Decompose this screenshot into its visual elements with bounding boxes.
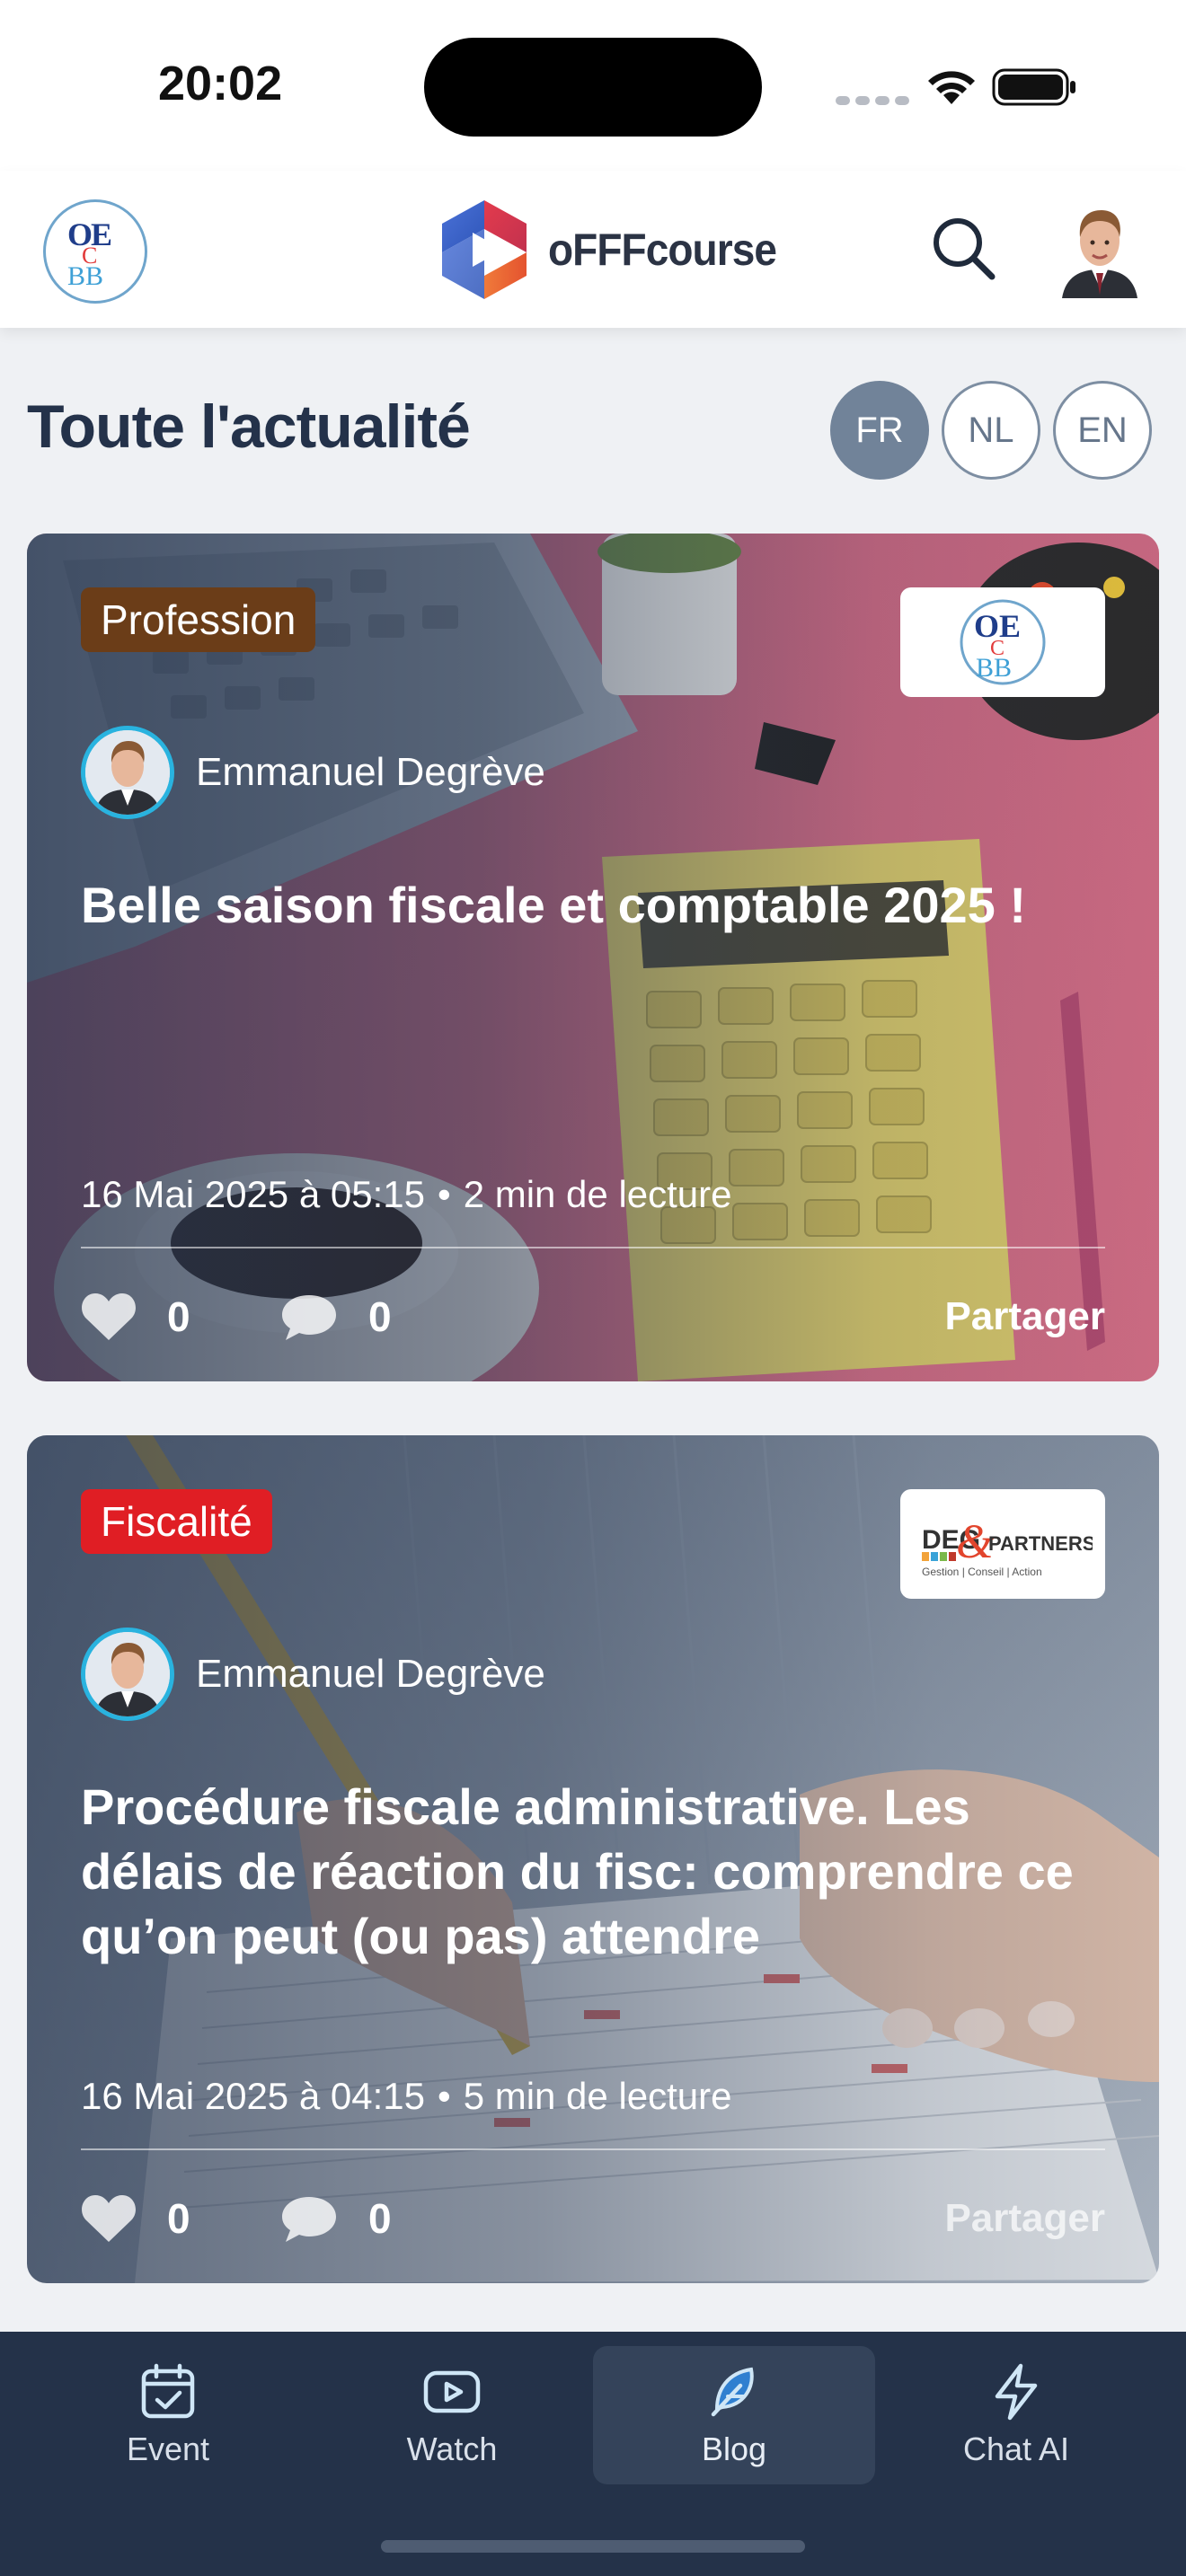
post-read-time: 2 min de lecture [463,1173,732,1215]
like-button[interactable]: 0 [81,1281,190,1353]
app-header: O E C BB oFFFcourse [0,171,1186,328]
category-badge[interactable]: Profession [81,587,316,652]
partner-logo: DEG & PARTNERS Gestion | Conseil | Actio… [900,1489,1105,1599]
nav-label: Chat AI [962,2430,1070,2467]
comment-bubble-icon [282,1295,336,1340]
like-button[interactable]: 0 [81,2183,190,2254]
like-count: 0 [167,2195,190,2242]
cellular-signal-icon [836,93,915,110]
comment-button[interactable]: 0 [280,1281,392,1353]
deg-tagline-text: Gestion | Conseil | Action [922,1566,1042,1578]
author-name: Emmanuel Degrève [196,1652,545,1696]
post-card[interactable]: Profession O E C BB Emmanuel Degrève Bel… [27,534,1159,1381]
post-read-time: 5 min de lecture [463,2075,732,2117]
nav-item-event[interactable]: Event [27,2346,309,2484]
like-count: 0 [167,1293,190,1340]
post-author[interactable]: Emmanuel Degrève [81,726,545,819]
post-actions: 0 0 Partager [81,2183,1105,2254]
comment-count: 0 [368,1293,392,1340]
post-actions: 0 0 Partager [81,1281,1105,1353]
comment-button[interactable]: 0 [280,2183,392,2254]
user-avatar-icon[interactable] [1058,201,1141,298]
post-date: 16 Mai 2025 à 05:15 [81,1173,425,1215]
lang-button-fr[interactable]: FR [830,381,929,480]
feather-pen-icon [711,2367,754,2417]
post-title[interactable]: Procédure fiscale administrative. Les dé… [81,1775,1105,1969]
post-author[interactable]: Emmanuel Degrève [81,1628,545,1721]
calendar-check-icon [141,2363,195,2419]
nav-label: Event [126,2430,210,2467]
brand-name: oFFFcourse [548,225,777,275]
nav-item-blog[interactable]: Blog [593,2346,875,2484]
author-avatar [81,726,174,819]
share-button[interactable]: Partager [944,2183,1105,2254]
wifi-icon [928,71,975,104]
lang-button-en[interactable]: EN [1053,381,1152,480]
svg-text:BB: BB [976,653,1012,683]
nav-item-chat-ai[interactable]: Chat AI [875,2346,1157,2484]
post-title[interactable]: Belle saison fiscale et comptable 2025 ! [81,873,1105,938]
share-button[interactable]: Partager [944,1281,1105,1353]
card-divider [81,1247,1105,1248]
lang-button-nl[interactable]: NL [942,381,1040,480]
partner-logo: O E C BB [900,587,1105,697]
heart-icon [82,2195,136,2242]
status-time: 20:02 [158,57,283,110]
battery-icon [992,68,1075,106]
search-icon[interactable] [927,212,999,284]
deg-partners-logo-icon: DEG & PARTNERS Gestion | Conseil | Actio… [922,1514,1093,1578]
post-meta: 16 Mai 2025 à 04:15 • 5 min de lecture [81,2075,732,2118]
author-name: Emmanuel Degrève [196,750,545,794]
oec-logo-icon[interactable]: O E C BB [43,199,147,304]
post-card[interactable]: Fiscalité DEG & PARTNERS Gestion | Conse… [27,1435,1159,2283]
heart-icon [82,1293,136,1340]
home-indicator[interactable] [381,2540,805,2553]
language-switch: FR NL EN [830,381,1152,481]
dynamic-island [424,38,762,137]
brand-play-icon [442,200,527,299]
oec-logo-icon: O E C BB [960,599,1046,685]
status-bar: 20:02 [0,0,1186,171]
deg-partner-text: PARTNERS [988,1532,1093,1555]
post-meta: 16 Mai 2025 à 05:15 • 2 min de lecture [81,1173,732,1216]
post-date: 16 Mai 2025 à 04:15 [81,2075,425,2117]
nav-label: Watch [406,2430,498,2467]
comment-bubble-icon [282,2197,336,2242]
lightning-icon [995,2363,1038,2421]
nav-label: Blog [701,2430,767,2467]
status-icons [836,63,1087,110]
meta-separator: • [437,1173,451,1215]
nav-item-watch[interactable]: Watch [311,2346,593,2484]
author-avatar [81,1628,174,1721]
comment-count: 0 [368,2195,392,2242]
meta-separator: • [437,2075,451,2117]
brand-logo[interactable]: oFFFcourse [437,194,796,305]
card-divider [81,2148,1105,2150]
svg-text:BB: BB [67,261,103,291]
category-badge[interactable]: Fiscalité [81,1489,272,1554]
page-title: Toute l'actualité [27,393,471,461]
play-video-icon [423,2370,481,2413]
